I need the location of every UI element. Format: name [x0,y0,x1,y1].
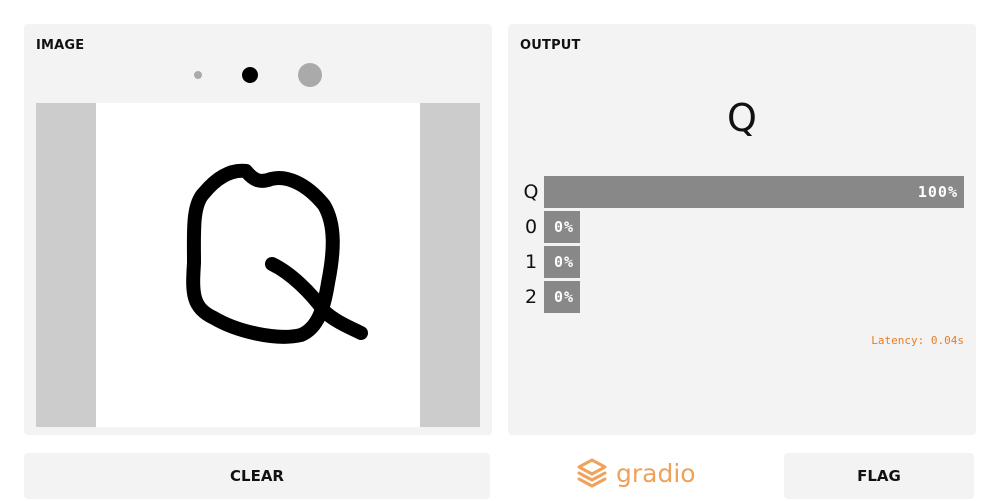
sketch-canvas[interactable] [96,103,420,427]
brush-size-medium-icon[interactable] [242,67,258,83]
confidence-row: 2 0% [520,281,964,313]
output-panel: OUTPUT Q Q 100% 0 0% 1 0% 2 0% Latency: … [508,24,976,435]
output-panel-title: OUTPUT [520,38,581,53]
gradio-logo[interactable]: gradio [576,456,696,490]
confidence-bar: 0% [544,211,580,243]
confidence-bar: 100% [544,176,964,208]
confidence-label: 0 [524,216,538,238]
confidence-bar: 0% [544,281,580,313]
latency-text: Latency: 0.04s [871,334,964,347]
clear-button[interactable]: CLEAR [24,453,490,499]
confidence-bar: 0% [544,246,580,278]
canvas-area [36,103,480,427]
confidence-value: 100% [917,183,958,201]
gradio-logo-icon [577,458,607,488]
confidence-label: 1 [524,251,538,273]
confidence-label: Q [523,181,539,203]
confidence-value: 0% [553,218,574,236]
confidence-row: 0 0% [520,211,964,243]
input-panel: IMAGE [24,24,492,435]
flag-button[interactable]: FLAG [784,453,974,499]
brush-size-large-icon[interactable] [298,63,322,87]
confidence-value: 0% [553,288,574,306]
confidence-value: 0% [553,253,574,271]
brush-size-small-icon[interactable] [194,71,202,79]
input-panel-title: IMAGE [36,38,85,53]
predicted-label: Q [727,96,757,140]
confidence-row: Q 100% [520,176,964,208]
drawn-strokes [186,163,368,344]
confidence-label: 2 [524,286,538,308]
confidence-row: 1 0% [520,246,964,278]
gradio-logo-text: gradio [616,458,696,488]
